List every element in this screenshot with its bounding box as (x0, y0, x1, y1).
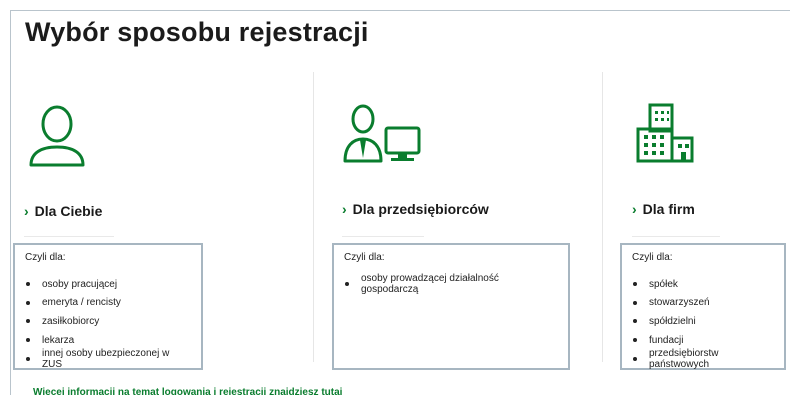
bullet-icon (345, 282, 349, 287)
person-icon[interactable] (27, 104, 87, 168)
box-heading: Czyli dla: (632, 252, 673, 263)
list-item: spółek (632, 275, 774, 294)
chevron-right-icon: › (342, 201, 347, 217)
link-underline (632, 236, 720, 237)
info-box-dla-firm: Czyli dla: spółek stowarzyszeń spółdziel… (620, 243, 786, 370)
link-underline (342, 236, 424, 237)
page-title: Wybór sposobu rejestracji (25, 17, 369, 47)
bullet-icon (26, 282, 30, 287)
bullet-list: spółek stowarzyszeń spółdzielni fundacji… (632, 275, 774, 370)
bullet-icon (633, 282, 637, 287)
bullet-icon (26, 356, 30, 361)
box-heading: Czyli dla: (25, 252, 66, 263)
list-item: lekarza (25, 331, 191, 350)
option-label: Dla firm (642, 201, 695, 217)
bullet-icon (633, 300, 637, 305)
box-heading: Czyli dla: (344, 252, 385, 263)
list-item: przedsiębiorstw państwowych (632, 348, 774, 370)
option-link-dla-firm[interactable]: › Dla firm (632, 201, 695, 217)
column-divider (602, 72, 603, 362)
more-info-link[interactable]: Więcej informacji na temat logowania i r… (33, 387, 342, 395)
list-item: osoby prowadzącej działalność gospodarcz… (344, 273, 558, 295)
frame-left-border (10, 10, 11, 395)
column-divider (313, 72, 314, 362)
info-box-dla-ciebie: Czyli dla: osoby pracującej emeryta / re… (13, 243, 203, 370)
list-item: stowarzyszeń (632, 294, 774, 313)
bullet-icon (633, 338, 637, 343)
chevron-right-icon: › (24, 203, 29, 219)
list-item: zasiłkobiorcy (25, 312, 191, 331)
bullet-icon (26, 300, 30, 305)
info-box-dla-przedsiebiorcow: Czyli dla: osoby prowadzącej działalność… (332, 243, 570, 370)
bullet-icon (633, 356, 637, 361)
bullet-icon (26, 338, 30, 343)
list-item: fundacji (632, 331, 774, 350)
bullet-icon (26, 319, 30, 324)
option-link-dla-ciebie[interactable]: › Dla Ciebie (24, 203, 102, 219)
frame-top-border (10, 10, 790, 11)
list-item: spółdzielni (632, 312, 774, 331)
list-item: osoby pracującej (25, 275, 191, 294)
option-label: Dla Ciebie (34, 203, 103, 219)
bullet-list: osoby pracującej emeryta / rencisty zasi… (25, 275, 191, 370)
list-item: emeryta / rencisty (25, 294, 191, 313)
link-underline (24, 236, 114, 237)
businessman-computer-icon[interactable] (343, 103, 423, 165)
option-link-dla-przedsiebiorcow[interactable]: › Dla przedsiębiorców (342, 201, 489, 217)
option-label: Dla przedsiębiorców (352, 201, 489, 217)
bullet-list: osoby prowadzącej działalność gospodarcz… (344, 273, 558, 295)
list-item: innej osoby ubezpieczonej w ZUS (25, 348, 191, 370)
chevron-right-icon: › (632, 201, 637, 217)
office-building-icon[interactable] (636, 103, 696, 165)
bullet-icon (633, 319, 637, 324)
